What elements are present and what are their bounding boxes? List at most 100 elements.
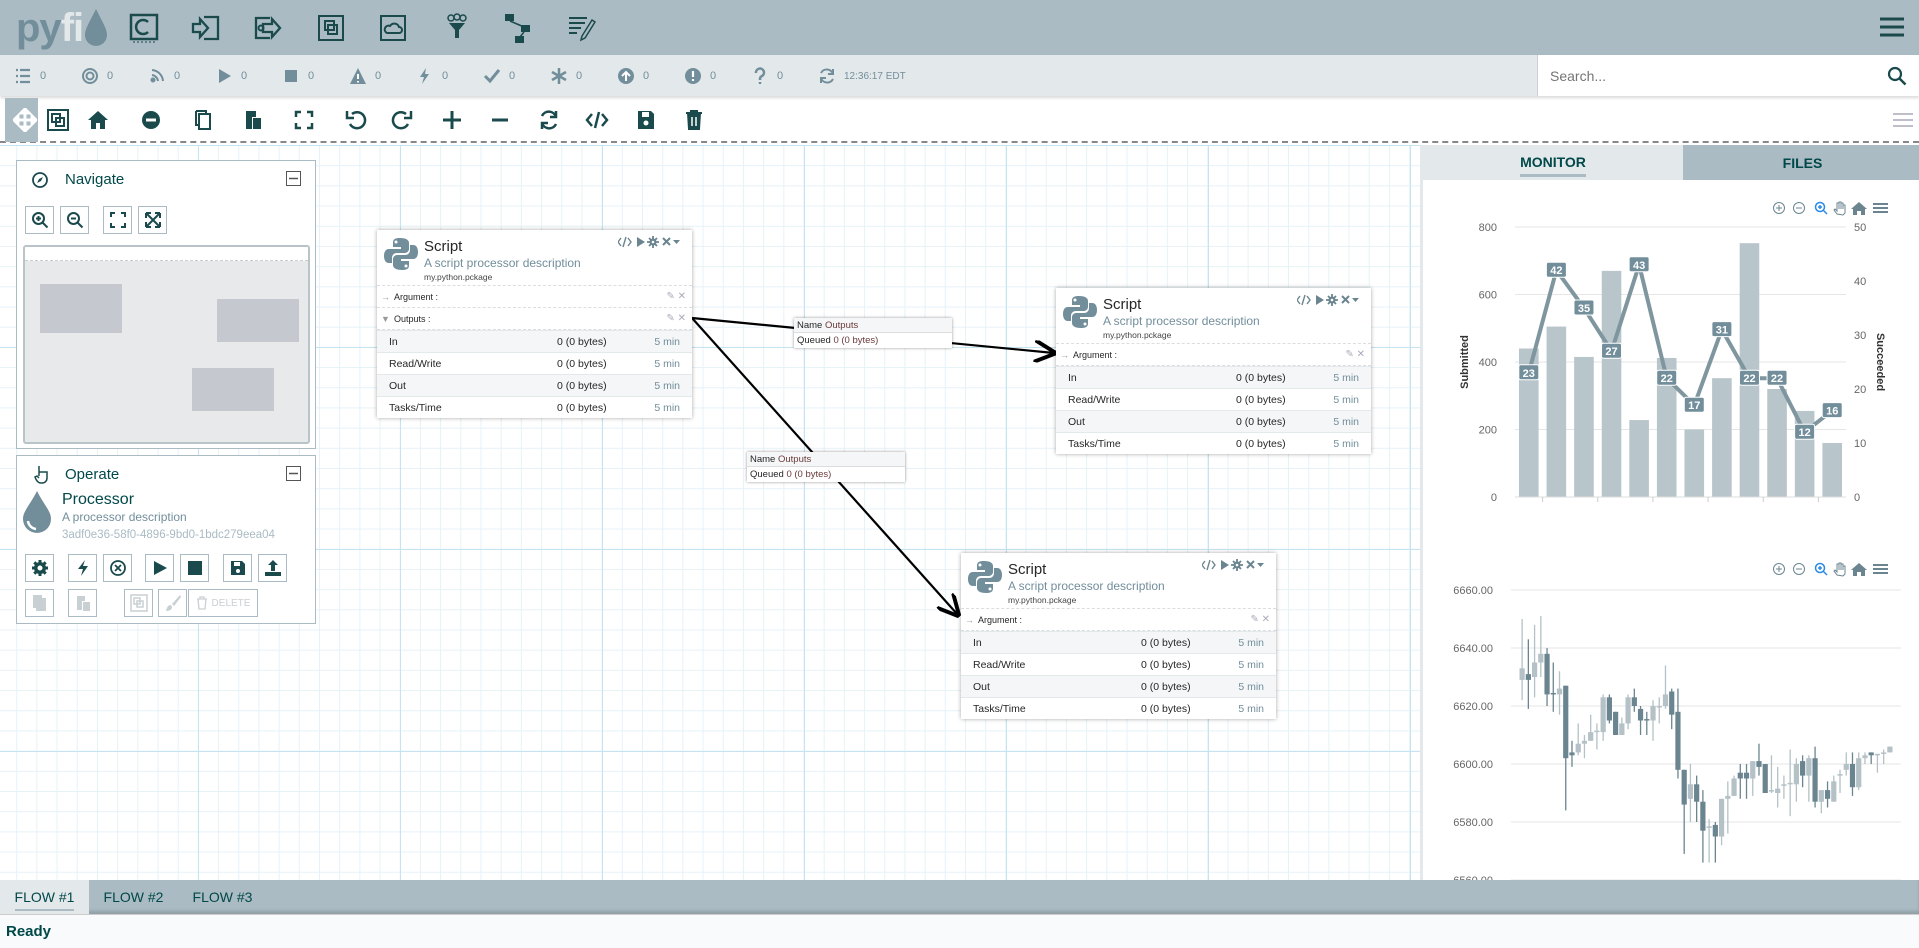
- actual-size-button[interactable]: [138, 206, 167, 234]
- refresh-icon[interactable]: [818, 67, 836, 85]
- input-port-icon[interactable]: [190, 12, 222, 44]
- search-icon[interactable]: [1887, 66, 1907, 86]
- last-refresh-time: 12:36:17 EDT: [844, 70, 906, 82]
- selection-zoom-icon[interactable]: [1814, 562, 1828, 576]
- enable-button[interactable]: [68, 554, 97, 582]
- y-tick-label: 6620.00: [1453, 701, 1493, 713]
- node-actions[interactable]: [1202, 559, 1264, 571]
- birdseye-minimap[interactable]: [23, 245, 310, 444]
- y-tick-label: 800: [1479, 222, 1497, 234]
- output-port-icon[interactable]: [252, 12, 284, 44]
- redo-icon[interactable]: [390, 108, 414, 132]
- connection-label[interactable]: Name Outputs Queued 0 (0 bytes): [794, 318, 952, 348]
- candlestick-chart[interactable]: 6560.006580.006600.006620.006640.006660.…: [1420, 555, 1919, 925]
- copy-icon[interactable]: [191, 108, 215, 132]
- home-icon[interactable]: [86, 108, 110, 132]
- reset-home-icon[interactable]: [1851, 202, 1867, 215]
- panel-menu-icon[interactable]: [1893, 112, 1913, 128]
- node-argument-section[interactable]: → Argument : ✎ ✕: [961, 609, 1276, 631]
- refresh-status[interactable]: 12:36:17 EDT: [818, 66, 906, 86]
- save-template-button[interactable]: [223, 554, 252, 582]
- collapse-icon[interactable]: [286, 466, 301, 481]
- stop-button[interactable]: [180, 554, 209, 582]
- copy-button[interactable]: [25, 589, 54, 617]
- paste-button[interactable]: [68, 589, 97, 617]
- search-input[interactable]: [1550, 67, 1870, 84]
- candle-body: [1756, 761, 1762, 767]
- edit-remove-icons[interactable]: ✎ ✕: [666, 308, 686, 330]
- minus-circle-icon[interactable]: [139, 108, 163, 132]
- undo-icon[interactable]: [344, 108, 368, 132]
- candle-body: [1718, 798, 1725, 837]
- code-icon[interactable]: [585, 108, 609, 132]
- zoom-out-icon[interactable]: [1793, 563, 1805, 575]
- search-box[interactable]: [1537, 55, 1919, 96]
- select-icon[interactable]: [46, 108, 70, 132]
- edit-remove-icons[interactable]: ✎ ✕: [1345, 344, 1365, 366]
- remote-group-icon[interactable]: [377, 12, 409, 44]
- refresh-icon[interactable]: [537, 108, 561, 132]
- delete-button[interactable]: DELETE: [188, 589, 258, 617]
- disable-button[interactable]: [103, 554, 132, 582]
- flow-canvas[interactable]: Navigate Operate Processor A processor d…: [0, 145, 1420, 880]
- stat-row: Tasks/Time 0 (0 bytes) 5 min: [1056, 432, 1371, 454]
- minus-icon[interactable]: [488, 108, 512, 132]
- plus-icon[interactable]: [440, 108, 464, 132]
- tab-flow-1[interactable]: FLOW #1: [0, 880, 89, 914]
- paste-icon[interactable]: [241, 108, 265, 132]
- chart-menu-icon[interactable]: [1873, 564, 1888, 574]
- candle-body: [1531, 662, 1538, 677]
- bolt-icon: [420, 68, 429, 84]
- move-icon[interactable]: [13, 108, 37, 132]
- zoom-in-button[interactable]: [25, 206, 54, 234]
- tab-monitor[interactable]: MONITOR: [1423, 145, 1683, 180]
- fullscreen-icon[interactable]: [292, 108, 316, 132]
- zoom-out-icon[interactable]: [1793, 202, 1805, 214]
- node-outputs-section[interactable]: ▼ Outputs : ✎ ✕: [377, 308, 692, 330]
- hamburger-menu-icon[interactable]: [1879, 16, 1905, 38]
- chart-menu-icon[interactable]: [1873, 203, 1888, 213]
- y2-axis-title: Succeeded: [1874, 333, 1886, 391]
- pan-hand-icon[interactable]: [1833, 201, 1846, 216]
- script-processor-node[interactable]: Script A script processor description my.p…: [961, 553, 1276, 719]
- configure-button[interactable]: [25, 554, 54, 582]
- processor-icon[interactable]: [128, 12, 160, 44]
- selection-zoom-icon[interactable]: [1814, 201, 1828, 215]
- script-processor-node[interactable]: Script A script processor description my.p…: [377, 230, 692, 418]
- save-icon[interactable]: [634, 108, 658, 132]
- start-button[interactable]: [145, 554, 174, 582]
- connection-label[interactable]: Name Outputs Queued 0 (0 bytes): [747, 452, 905, 482]
- fit-button[interactable]: [103, 206, 132, 234]
- upload-button[interactable]: [258, 554, 287, 582]
- script-processor-node[interactable]: Script A script processor description my.p…: [1056, 288, 1371, 454]
- reset-home-icon[interactable]: [1851, 563, 1867, 576]
- node-argument-section[interactable]: → Argument : ✎ ✕: [1056, 344, 1371, 366]
- zoom-out-button[interactable]: [60, 206, 89, 234]
- status-count: 0: [710, 70, 717, 82]
- process-group-icon[interactable]: [315, 12, 347, 44]
- template-icon[interactable]: [502, 12, 534, 44]
- node-argument-section[interactable]: → Argument : ✎ ✕: [377, 286, 692, 308]
- node-actions[interactable]: [1297, 294, 1359, 306]
- tab-files[interactable]: FILES: [1683, 145, 1919, 180]
- group-button[interactable]: [124, 589, 153, 617]
- tab-flow-2[interactable]: FLOW #2: [89, 880, 178, 914]
- candle-body: [1687, 784, 1694, 799]
- node-actions[interactable]: [618, 236, 680, 248]
- pan-hand-icon[interactable]: [1833, 562, 1846, 577]
- collapse-icon[interactable]: [286, 171, 301, 186]
- candle-body: [1874, 753, 1881, 756]
- edit-remove-icons[interactable]: ✎ ✕: [1250, 609, 1270, 631]
- edit-remove-icons[interactable]: ✎ ✕: [666, 286, 686, 308]
- tab-flow-3[interactable]: FLOW #3: [178, 880, 267, 914]
- label-icon[interactable]: [566, 12, 598, 44]
- jobs-chart[interactable]: 02004006008000102030405002 Jan04 Jan06 J…: [1420, 190, 1919, 510]
- y2-tick-label: 0: [1854, 492, 1860, 504]
- funnel-icon[interactable]: [441, 12, 473, 44]
- zoom-in-icon[interactable]: [1773, 202, 1785, 214]
- right-panel: MONITOR FILES 02004006008000102030405002…: [1420, 145, 1919, 887]
- zoom-in-icon[interactable]: [1773, 563, 1785, 575]
- color-button[interactable]: [158, 589, 187, 617]
- tab-flow-1-label: FLOW #1: [14, 889, 75, 911]
- trash-icon[interactable]: [682, 108, 706, 132]
